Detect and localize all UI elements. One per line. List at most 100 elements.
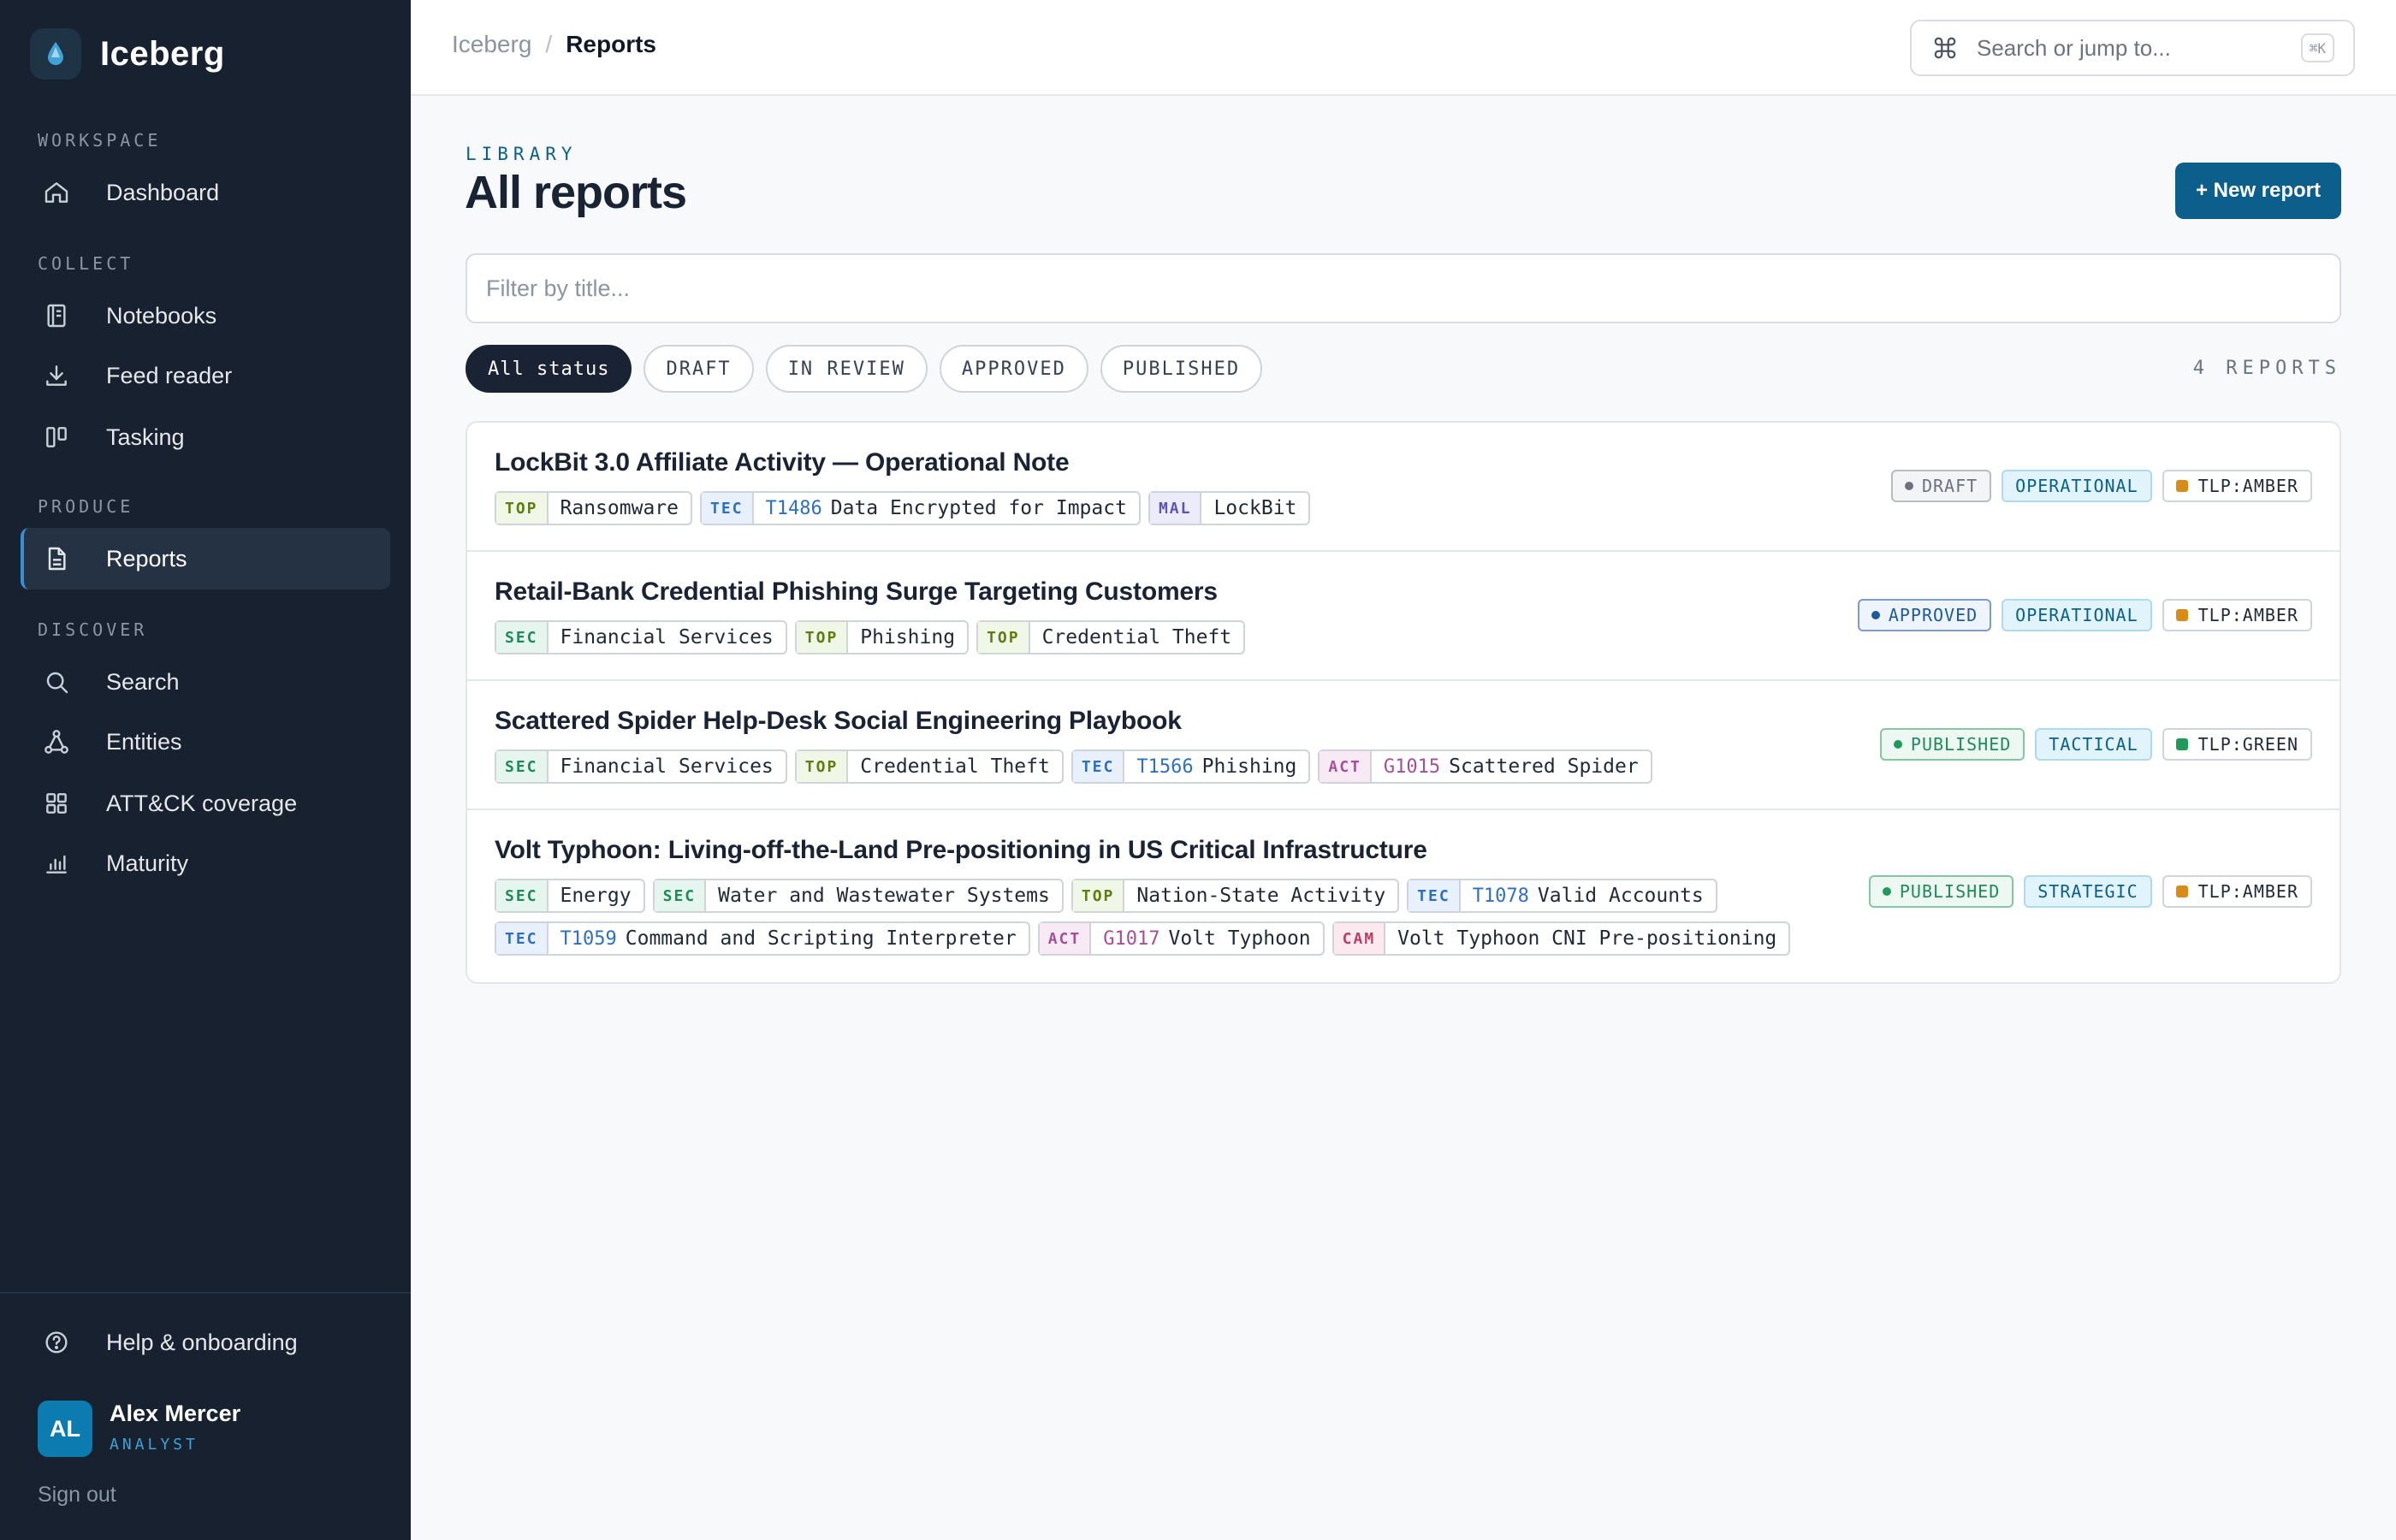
entity-tag[interactable]: SEC Financial Services [495, 620, 787, 654]
sidebar-item-notebooks[interactable]: Notebooks [21, 285, 390, 346]
entity-tag[interactable]: SEC Energy [495, 879, 645, 913]
app-name: Iceberg [100, 34, 225, 73]
report-title[interactable]: Volt Typhoon: Living-off-the-Land Pre-po… [495, 836, 1427, 865]
graph-icon [39, 725, 74, 759]
tag-id: T1486 [765, 497, 822, 519]
entity-tag[interactable]: TEC T1486 Data Encrypted for Impact [700, 491, 1141, 525]
tag-label: Scattered Spider [1449, 755, 1639, 778]
tlp-color-square-icon [2175, 738, 2188, 750]
sidebar-item-dashboard[interactable]: Dashboard [21, 162, 390, 223]
tag-label: Nation-State Activity [1136, 885, 1386, 907]
tag-label: Water and Wastewater Systems [718, 885, 1050, 907]
sidebar-item-label: Tasking [106, 424, 185, 450]
sidebar-item-label: Notebooks [106, 302, 217, 329]
entity-tag[interactable]: TOP Nation-State Activity [1070, 879, 1400, 913]
tlp-badge-label: TLP:GREEN [2197, 734, 2298, 755]
tag-value: LockBit [1201, 493, 1308, 524]
tag-type: ACT [1320, 751, 1372, 782]
report-row[interactable]: Retail-Bank Credential Phishing Surge Ta… [467, 552, 2340, 681]
sidebar-item-search[interactable]: Search [21, 651, 390, 713]
sidebar-divider [0, 1292, 411, 1294]
sidebar-item-help[interactable]: Help & onboarding [21, 1312, 390, 1373]
section-label-collect: COLLECT [38, 253, 134, 274]
sidebar-item-label: Dashboard [106, 179, 220, 205]
status-badge-label: PUBLISHED [1899, 881, 2001, 902]
tag-value: Credential Theft [1030, 622, 1244, 653]
status-chip-approved[interactable]: APPROVED [939, 345, 1088, 393]
tag-type: TEC [1409, 880, 1461, 911]
tlp-badge: TLP:AMBER [2162, 470, 2312, 502]
report-row[interactable]: Scattered Spider Help-Desk Social Engine… [467, 681, 2340, 810]
entity-tag[interactable]: TOP Phishing [794, 620, 970, 654]
status-badge-label: PUBLISHED [1910, 734, 2012, 755]
user-role: ANALYST [110, 1436, 199, 1454]
entity-tag[interactable]: TOP Credential Theft [794, 749, 1064, 784]
entity-tag[interactable]: TEC T1059 Command and Scripting Interprete… [495, 921, 1030, 956]
kanban-icon [39, 420, 74, 454]
entity-tag[interactable]: TOP Ransomware [495, 491, 692, 525]
sidebar-item-reports[interactable]: Reports [21, 528, 390, 589]
entity-tag[interactable]: TEC T1566 Phishing [1070, 749, 1311, 784]
sign-out-link[interactable]: Sign out [38, 1483, 116, 1507]
tag-type: TOP [496, 493, 549, 524]
tag-id: G1015 [1383, 755, 1441, 778]
grid-icon [39, 786, 74, 820]
breadcrumb: Iceberg / Reports [452, 31, 656, 58]
status-dot-icon [1882, 887, 1891, 896]
report-title[interactable]: Retail-Bank Credential Phishing Surge Ta… [495, 578, 1218, 607]
page-eyebrow: LIBRARY [466, 144, 578, 164]
breadcrumb-current: Reports [566, 31, 656, 57]
entity-tag[interactable]: CAM Volt Typhoon CNI Pre-positioning [1331, 921, 1791, 956]
page-title: All reports [465, 167, 687, 218]
status-chip-in-review[interactable]: IN REVIEW [765, 345, 928, 393]
tag-value: Water and Wastewater Systems [706, 880, 1062, 911]
breadcrumb-root-link[interactable]: Iceberg [452, 31, 531, 58]
avatar[interactable]: AL [38, 1401, 92, 1457]
tag-label: Phishing [1201, 755, 1297, 778]
report-row[interactable]: Volt Typhoon: Living-off-the-Land Pre-po… [467, 810, 2340, 982]
tag-line: SEC Financial Services TOP Credential Theft… [495, 749, 1652, 784]
sidebar-item-entities[interactable]: Entities [21, 711, 390, 773]
global-search-input[interactable]: Search or jump to... ⌘K [1910, 20, 2355, 76]
tag-type: TEC [702, 493, 754, 524]
sidebar-item-tasking[interactable]: Tasking [21, 406, 390, 468]
status-chip-all[interactable]: All status [466, 345, 632, 393]
entity-tag[interactable]: TOP Credential Theft [976, 620, 1246, 654]
tag-value: G1015 Scattered Spider [1372, 751, 1651, 782]
document-icon [39, 542, 74, 576]
help-label: Help & onboarding [106, 1329, 298, 1355]
status-chip-draft[interactable]: DRAFT [643, 345, 754, 393]
status-chip-published[interactable]: PUBLISHED [1100, 345, 1263, 393]
tag-value: Energy [549, 880, 643, 911]
new-report-button[interactable]: + New report [2175, 163, 2341, 219]
report-badges: PUBLISHED STRATEGIC TLP:AMBER [1868, 875, 2312, 908]
help-circle-icon [39, 1325, 74, 1359]
entity-tag[interactable]: ACT G1017 Volt Typhoon [1037, 921, 1325, 956]
tlp-badge: TLP:AMBER [2162, 875, 2312, 908]
sidebar-item-feed-reader[interactable]: Feed reader [21, 345, 390, 406]
sidebar-item-maturity[interactable]: Maturity [21, 832, 390, 894]
brand[interactable]: Iceberg [30, 28, 225, 80]
sidebar-item-label: Maturity [106, 850, 189, 876]
entity-tag[interactable]: SEC Financial Services [495, 749, 787, 784]
tag-type: SEC [496, 751, 549, 782]
tag-label: Phishing [860, 626, 956, 649]
tag-value: Nation-State Activity [1124, 880, 1397, 911]
report-row[interactable]: LockBit 3.0 Affiliate Activity — Operati… [467, 423, 2340, 552]
tag-id: T1078 [1472, 885, 1529, 907]
entity-tag[interactable]: SEC Water and Wastewater Systems [652, 879, 1064, 913]
tag-type: SEC [496, 622, 549, 653]
report-title[interactable]: Scattered Spider Help-Desk Social Engine… [495, 707, 1182, 736]
filter-by-title-input[interactable] [466, 253, 2341, 323]
tag-line: SEC Financial Services TOP Phishing TOP Crede… [495, 620, 1246, 654]
tag-label: Ransomware [560, 497, 679, 519]
sidebar-item-attack-coverage[interactable]: ATT&CK coverage [21, 773, 390, 834]
report-title[interactable]: LockBit 3.0 Affiliate Activity — Operati… [495, 448, 1070, 477]
entity-tag[interactable]: ACT G1015 Scattered Spider [1318, 749, 1652, 784]
tag-line: TEC T1059 Command and Scripting Interprete… [495, 921, 1791, 956]
entity-tag[interactable]: TEC T1078 Valid Accounts [1407, 879, 1717, 913]
tlp-color-square-icon [2175, 480, 2188, 492]
entity-tag[interactable]: MAL LockBit [1148, 491, 1311, 525]
sidebar-item-label: Entities [106, 728, 182, 755]
tag-value: Volt Typhoon CNI Pre-positioning [1385, 923, 1788, 954]
